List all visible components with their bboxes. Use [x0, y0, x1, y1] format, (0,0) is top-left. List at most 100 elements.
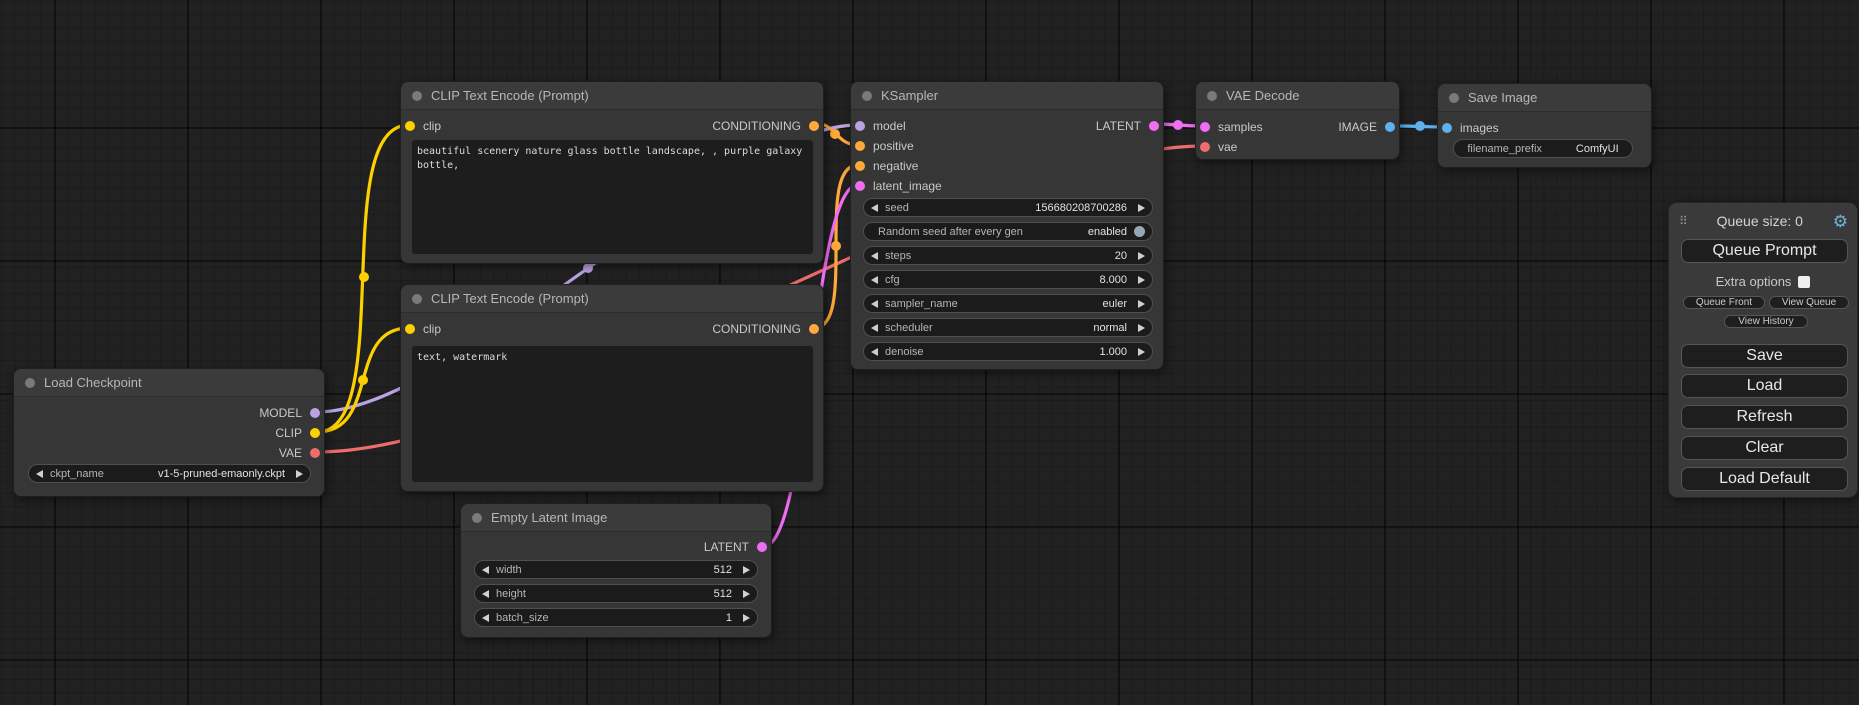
- node-clip-text-encode-negative[interactable]: CLIP Text Encode (Prompt) clip CONDITION…: [400, 284, 824, 492]
- decrement-arrow-icon[interactable]: [482, 590, 489, 598]
- vae-output-port[interactable]: [310, 448, 320, 458]
- decrement-arrow-icon[interactable]: [871, 204, 878, 212]
- latent-output-port[interactable]: [1149, 121, 1159, 131]
- cfg-stepper[interactable]: cfg 8.000: [863, 270, 1153, 289]
- node-load-checkpoint[interactable]: Load Checkpoint MODEL CLIP VAE ckpt_name…: [13, 368, 325, 497]
- widget-value: 1.000: [924, 346, 1127, 358]
- filename-prefix-field[interactable]: filename_prefix ComfyUI: [1453, 139, 1633, 158]
- widget-value: 20: [911, 250, 1127, 262]
- queue-panel[interactable]: ⠿ Queue size: 0 ⚙ Queue Prompt Extra opt…: [1668, 202, 1858, 498]
- decrement-arrow-icon[interactable]: [482, 614, 489, 622]
- conditioning-output-port[interactable]: [809, 324, 819, 334]
- link-dot[interactable]: [359, 272, 369, 282]
- latent-output-port[interactable]: [757, 542, 767, 552]
- node-empty-latent-image[interactable]: Empty Latent Image LATENT width 512 heig…: [460, 503, 772, 638]
- extra-options-checkbox[interactable]: [1798, 276, 1810, 288]
- link-dot[interactable]: [583, 263, 593, 273]
- steps-stepper[interactable]: steps 20: [863, 246, 1153, 265]
- conditioning-output-port[interactable]: [809, 121, 819, 131]
- images-input-port[interactable]: [1442, 123, 1452, 133]
- sampler-name-combo[interactable]: sampler_name euler: [863, 294, 1153, 313]
- node-header[interactable]: Empty Latent Image: [461, 504, 771, 532]
- scheduler-combo[interactable]: scheduler normal: [863, 318, 1153, 337]
- drag-handle-icon[interactable]: ⠿: [1679, 214, 1687, 228]
- clear-button[interactable]: Clear: [1681, 436, 1848, 460]
- queue-size-label: Queue size: 0: [1687, 213, 1833, 229]
- next-value-arrow-icon[interactable]: [1138, 324, 1145, 332]
- image-output-port[interactable]: [1385, 122, 1395, 132]
- node-header[interactable]: CLIP Text Encode (Prompt): [401, 82, 823, 110]
- settings-gear-icon[interactable]: ⚙: [1833, 213, 1848, 230]
- output-label: VAE: [279, 446, 302, 460]
- model-output-port[interactable]: [310, 408, 320, 418]
- output-label: CONDITIONING: [712, 322, 801, 336]
- node-header[interactable]: VAE Decode: [1196, 82, 1399, 110]
- next-value-arrow-icon[interactable]: [1138, 276, 1145, 284]
- link-dot[interactable]: [1415, 121, 1425, 131]
- refresh-button[interactable]: Refresh: [1681, 405, 1848, 429]
- queue-prompt-button[interactable]: Queue Prompt: [1681, 239, 1848, 263]
- widget-label: width: [496, 564, 522, 576]
- prev-value-arrow-icon[interactable]: [871, 300, 878, 308]
- link-dot[interactable]: [1173, 120, 1183, 130]
- node-header[interactable]: CLIP Text Encode (Prompt): [401, 285, 823, 313]
- decrement-arrow-icon[interactable]: [871, 276, 878, 284]
- denoise-stepper[interactable]: denoise 1.000: [863, 342, 1153, 361]
- save-button[interactable]: Save: [1681, 344, 1848, 368]
- clip-output-port[interactable]: [310, 428, 320, 438]
- node-title: Empty Latent Image: [491, 510, 607, 525]
- queue-front-button[interactable]: Queue Front: [1683, 296, 1765, 309]
- latent-image-input-port[interactable]: [855, 181, 865, 191]
- node-title: Save Image: [1468, 90, 1537, 105]
- vae-input-port[interactable]: [1200, 142, 1210, 152]
- link-dot[interactable]: [358, 375, 368, 385]
- negative-input-port[interactable]: [855, 161, 865, 171]
- decrement-arrow-icon[interactable]: [871, 252, 878, 260]
- node-header[interactable]: Save Image: [1438, 84, 1651, 112]
- node-save-image[interactable]: Save Image images filename_prefix ComfyU…: [1437, 83, 1652, 168]
- prev-value-arrow-icon[interactable]: [871, 324, 878, 332]
- increment-arrow-icon[interactable]: [743, 614, 750, 622]
- node-ksampler[interactable]: KSampler model LATENT positive negative …: [850, 81, 1164, 370]
- increment-arrow-icon[interactable]: [1138, 252, 1145, 260]
- increment-arrow-icon[interactable]: [1138, 348, 1145, 356]
- toggle-enabled-icon[interactable]: [1134, 226, 1145, 237]
- output-label: LATENT: [1096, 119, 1141, 133]
- widget-value: 8.000: [900, 274, 1127, 286]
- random-seed-toggle[interactable]: Random seed after every gen enabled: [863, 222, 1153, 241]
- increment-arrow-icon[interactable]: [743, 566, 750, 574]
- widget-label: filename_prefix: [1467, 143, 1542, 155]
- load-default-button[interactable]: Load Default: [1681, 467, 1848, 491]
- next-value-arrow-icon[interactable]: [296, 470, 303, 478]
- increment-arrow-icon[interactable]: [743, 590, 750, 598]
- node-header[interactable]: KSampler: [851, 82, 1163, 110]
- ckpt-name-combo[interactable]: ckpt_name v1-5-pruned-emaonly.ckpt: [28, 464, 311, 483]
- load-button[interactable]: Load: [1681, 374, 1848, 398]
- node-header[interactable]: Load Checkpoint: [14, 369, 324, 397]
- widget-value: ComfyUI: [1576, 143, 1619, 155]
- prompt-textarea[interactable]: beautiful scenery nature glass bottle la…: [412, 140, 813, 254]
- decrement-arrow-icon[interactable]: [482, 566, 489, 574]
- width-stepper[interactable]: width 512: [474, 560, 758, 579]
- node-graph-canvas[interactable]: Load Checkpoint MODEL CLIP VAE ckpt_name…: [0, 0, 1859, 705]
- prev-value-arrow-icon[interactable]: [36, 470, 43, 478]
- view-queue-button[interactable]: View Queue: [1769, 296, 1849, 309]
- decrement-arrow-icon[interactable]: [871, 348, 878, 356]
- widget-label: batch_size: [496, 612, 549, 624]
- view-history-button[interactable]: View History: [1724, 315, 1808, 328]
- seed-stepper[interactable]: seed 156680208700286: [863, 198, 1153, 217]
- widget-value: v1-5-pruned-emaonly.ckpt: [104, 468, 285, 480]
- node-clip-text-encode-positive[interactable]: CLIP Text Encode (Prompt) clip CONDITION…: [400, 81, 824, 264]
- widget-label: ckpt_name: [50, 468, 104, 480]
- next-value-arrow-icon[interactable]: [1138, 300, 1145, 308]
- height-stepper[interactable]: height 512: [474, 584, 758, 603]
- link-dot[interactable]: [831, 241, 841, 251]
- batch-size-stepper[interactable]: batch_size 1: [474, 608, 758, 627]
- widget-value: 156680208700286: [909, 202, 1127, 214]
- increment-arrow-icon[interactable]: [1138, 204, 1145, 212]
- positive-input-port[interactable]: [855, 141, 865, 151]
- node-vae-decode[interactable]: VAE Decode samples IMAGE vae: [1195, 81, 1400, 160]
- link-dot[interactable]: [830, 129, 840, 139]
- prompt-textarea[interactable]: text, watermark: [412, 346, 813, 482]
- input-label: images: [1460, 121, 1499, 135]
